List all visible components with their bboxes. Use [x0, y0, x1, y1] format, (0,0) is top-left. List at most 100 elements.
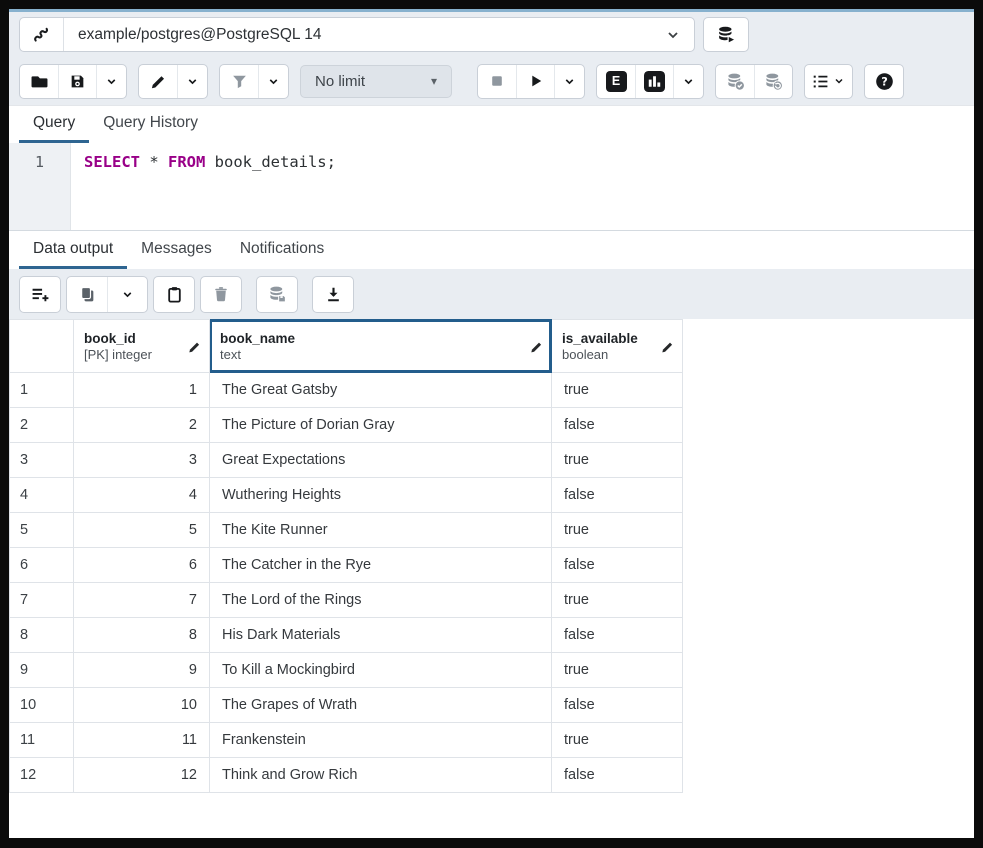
- row-limit-select[interactable]: No limit ▾: [300, 65, 452, 98]
- row-number-cell[interactable]: 7: [10, 583, 74, 618]
- cell-book-name[interactable]: To Kill a Mockingbird: [210, 653, 552, 688]
- copy-menu-chevron-icon: [121, 288, 134, 301]
- cell-is-available[interactable]: false: [552, 758, 683, 793]
- connection-dropdown[interactable]: example/postgres@PostgreSQL 14: [19, 17, 695, 52]
- cell-book-name[interactable]: Great Expectations: [210, 443, 552, 478]
- cell-book-id[interactable]: 5: [74, 513, 210, 548]
- cell-book-id[interactable]: 7: [74, 583, 210, 618]
- open-file-button[interactable]: [20, 65, 58, 98]
- cell-book-name[interactable]: His Dark Materials: [210, 618, 552, 653]
- cell-book-id[interactable]: 6: [74, 548, 210, 583]
- cell-book-name[interactable]: The Great Gatsby: [210, 373, 552, 408]
- tab-query-history[interactable]: Query History: [89, 106, 212, 143]
- explain-button[interactable]: E: [597, 65, 635, 98]
- column-type: [PK] integer: [84, 347, 185, 363]
- tab-query[interactable]: Query: [19, 106, 89, 143]
- save-button[interactable]: [58, 65, 96, 98]
- row-number-cell[interactable]: 5: [10, 513, 74, 548]
- cell-book-id[interactable]: 12: [74, 758, 210, 793]
- execute-menu-button[interactable]: [554, 65, 584, 98]
- cell-book-id[interactable]: 10: [74, 688, 210, 723]
- edit-column-pencil-icon[interactable]: [661, 339, 675, 353]
- chevron-down-icon: [652, 27, 694, 43]
- table-row: 88His Dark Materialsfalse: [10, 618, 683, 653]
- stop-button[interactable]: [478, 65, 516, 98]
- cell-book-id[interactable]: 3: [74, 443, 210, 478]
- cell-is-available[interactable]: false: [552, 688, 683, 723]
- cell-is-available[interactable]: true: [552, 443, 683, 478]
- tab-notifications[interactable]: Notifications: [226, 231, 338, 269]
- table-row: 1212Think and Grow Richfalse: [10, 758, 683, 793]
- column-header-book_id[interactable]: book_id[PK] integer: [74, 320, 210, 373]
- delete-row-button[interactable]: [201, 277, 241, 312]
- save-data-changes-button[interactable]: [257, 277, 297, 312]
- cell-book-name[interactable]: The Catcher in the Rye: [210, 548, 552, 583]
- cell-is-available[interactable]: true: [552, 513, 683, 548]
- cell-book-id[interactable]: 4: [74, 478, 210, 513]
- cell-is-available[interactable]: true: [552, 653, 683, 688]
- cell-book-name[interactable]: Wuthering Heights: [210, 478, 552, 513]
- cell-is-available[interactable]: false: [552, 408, 683, 443]
- cell-is-available[interactable]: false: [552, 618, 683, 653]
- row-number-cell[interactable]: 4: [10, 478, 74, 513]
- row-number-cell[interactable]: 2: [10, 408, 74, 443]
- sql-editor[interactable]: 1 SELECT * FROM book_details;: [9, 143, 974, 231]
- cell-book-name[interactable]: The Kite Runner: [210, 513, 552, 548]
- cell-book-name[interactable]: The Picture of Dorian Gray: [210, 408, 552, 443]
- row-number-cell[interactable]: 12: [10, 758, 74, 793]
- copy-button[interactable]: [67, 277, 107, 312]
- cell-is-available[interactable]: true: [552, 723, 683, 758]
- explain-menu-button[interactable]: [673, 65, 703, 98]
- cell-is-available[interactable]: false: [552, 478, 683, 513]
- sql-code-area[interactable]: SELECT * FROM book_details;: [71, 143, 974, 230]
- grid-corner-cell[interactable]: [10, 320, 74, 373]
- edit-button[interactable]: [139, 65, 177, 98]
- row-number-cell[interactable]: 9: [10, 653, 74, 688]
- tab-messages[interactable]: Messages: [127, 231, 226, 269]
- row-number-cell[interactable]: 11: [10, 723, 74, 758]
- row-number-cell[interactable]: 6: [10, 548, 74, 583]
- cell-book-name[interactable]: The Lord of the Rings: [210, 583, 552, 618]
- row-number-cell[interactable]: 1: [10, 373, 74, 408]
- rollback-button[interactable]: [754, 65, 792, 98]
- row-number-cell[interactable]: 3: [10, 443, 74, 478]
- add-row-button[interactable]: [20, 277, 60, 312]
- paste-button[interactable]: [154, 277, 194, 312]
- edit-menu-chevron-icon: [186, 75, 199, 88]
- cell-book-name[interactable]: The Grapes of Wrath: [210, 688, 552, 723]
- edit-column-pencil-icon[interactable]: [530, 339, 544, 353]
- macros-chevron-icon: [833, 75, 845, 87]
- cell-is-available[interactable]: true: [552, 583, 683, 618]
- cell-book-id[interactable]: 2: [74, 408, 210, 443]
- new-connection-database-icon: [717, 25, 736, 44]
- paste-icon: [166, 286, 183, 303]
- column-name: is_available: [562, 330, 658, 347]
- macros-button[interactable]: [805, 65, 852, 98]
- filter-button[interactable]: [220, 65, 258, 98]
- row-number-cell[interactable]: 8: [10, 618, 74, 653]
- edit-menu-button[interactable]: [177, 65, 207, 98]
- tab-data-output[interactable]: Data output: [19, 231, 127, 269]
- cell-is-available[interactable]: true: [552, 373, 683, 408]
- cell-book-name[interactable]: Frankenstein: [210, 723, 552, 758]
- save-menu-button[interactable]: [96, 65, 126, 98]
- filter-menu-button[interactable]: [258, 65, 288, 98]
- column-header-book_name[interactable]: book_nametext: [210, 320, 552, 373]
- cell-book-id[interactable]: 1: [74, 373, 210, 408]
- table-row: 22The Picture of Dorian Grayfalse: [10, 408, 683, 443]
- row-number-cell[interactable]: 10: [10, 688, 74, 723]
- commit-button[interactable]: [716, 65, 754, 98]
- cell-is-available[interactable]: false: [552, 548, 683, 583]
- copy-menu-button[interactable]: [107, 277, 147, 312]
- help-button[interactable]: ?: [865, 65, 903, 98]
- execute-button[interactable]: [516, 65, 554, 98]
- explain-analyze-button[interactable]: [635, 65, 673, 98]
- cell-book-id[interactable]: 9: [74, 653, 210, 688]
- edit-column-pencil-icon[interactable]: [188, 339, 202, 353]
- column-header-is_available[interactable]: is_availableboolean: [552, 320, 683, 373]
- cell-book-id[interactable]: 8: [74, 618, 210, 653]
- new-connection-button[interactable]: [703, 17, 749, 52]
- cell-book-id[interactable]: 11: [74, 723, 210, 758]
- download-button[interactable]: [313, 277, 353, 312]
- cell-book-name[interactable]: Think and Grow Rich: [210, 758, 552, 793]
